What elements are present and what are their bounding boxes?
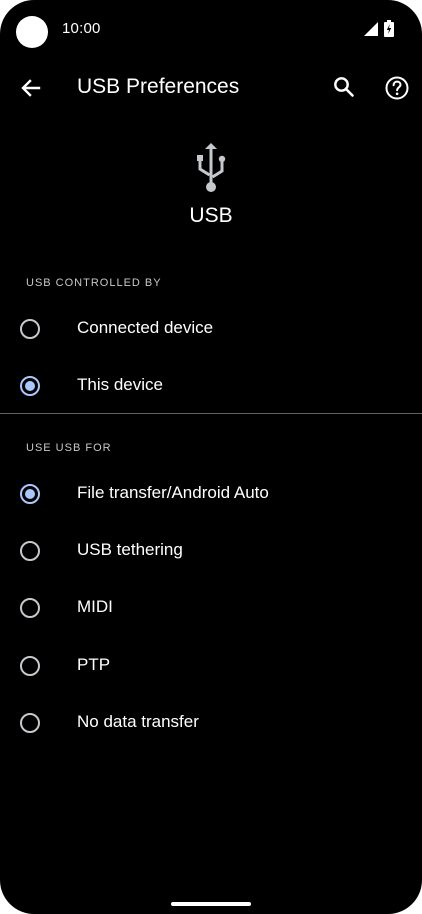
- radio-label: File transfer/Android Auto: [77, 483, 269, 502]
- section-divider: [0, 413, 422, 414]
- camera-cutout: [16, 16, 48, 48]
- cellular-signal-icon: [364, 22, 378, 36]
- radio-label: Connected device: [77, 318, 214, 337]
- gesture-nav-handle[interactable]: [171, 902, 251, 906]
- phone-screen: 10:00 USB Preferences USB USB CONTROLLED…: [0, 0, 422, 914]
- help-icon: [385, 76, 409, 100]
- radio-button[interactable]: [20, 319, 40, 339]
- radio-option-ptp[interactable]: PTP: [0, 639, 422, 695]
- radio-option-file-transfer[interactable]: File transfer/Android Auto: [0, 467, 422, 523]
- radio-label: MIDI: [77, 597, 113, 616]
- status-clock: 10:00: [62, 20, 101, 37]
- radio-button[interactable]: [20, 656, 40, 676]
- radio-label: No data transfer: [77, 712, 199, 731]
- battery-charging-icon: [384, 20, 394, 37]
- radio-option-this-device[interactable]: This device: [0, 359, 422, 415]
- help-button[interactable]: [382, 73, 412, 103]
- radio-label: USB tethering: [77, 540, 183, 559]
- radio-option-midi[interactable]: MIDI: [0, 581, 422, 637]
- search-icon: [334, 77, 354, 97]
- section-header-usb-controlled-by: USB CONTROLLED BY: [26, 277, 162, 289]
- radio-button-selected[interactable]: [20, 484, 40, 504]
- radio-label: This device: [77, 375, 163, 394]
- radio-option-usb-tethering[interactable]: USB tethering: [0, 524, 422, 580]
- radio-option-connected-device[interactable]: Connected device: [0, 302, 422, 358]
- back-arrow-icon: [21, 79, 41, 97]
- status-bar: 10:00: [0, 0, 422, 60]
- radio-option-no-data-transfer[interactable]: No data transfer: [0, 696, 422, 752]
- section-header-use-usb-for: USE USB FOR: [26, 442, 112, 454]
- usb-header-title: USB: [189, 204, 233, 227]
- search-button[interactable]: [330, 73, 358, 101]
- radio-button[interactable]: [20, 541, 40, 561]
- usb-icon: [197, 143, 226, 192]
- app-bar: USB Preferences: [0, 62, 422, 114]
- back-button[interactable]: [16, 74, 46, 102]
- radio-button[interactable]: [20, 598, 40, 618]
- radio-label: PTP: [77, 655, 111, 674]
- page-title: USB Preferences: [77, 75, 240, 98]
- radio-button-selected[interactable]: [20, 376, 40, 396]
- radio-button[interactable]: [20, 713, 40, 733]
